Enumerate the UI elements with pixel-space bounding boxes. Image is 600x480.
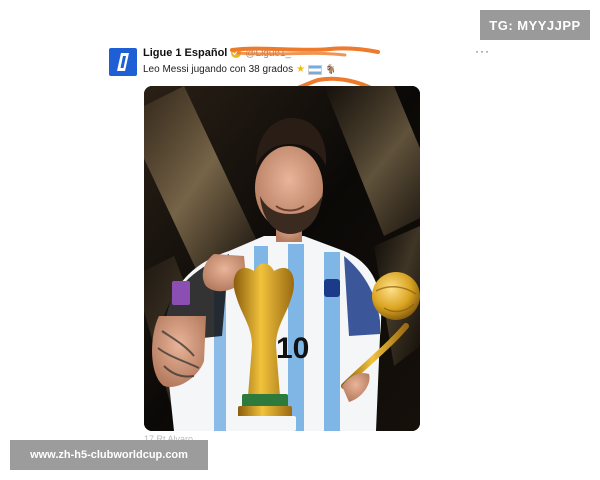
website-watermark: www.zh-h5-clubworldcup.com xyxy=(10,440,208,470)
telegram-watermark: TG: MYYJJPP xyxy=(480,10,590,40)
tweet-text-row: Leo Messi jugando con 38 grados ★ 🐐 xyxy=(143,64,336,75)
svg-text:10: 10 xyxy=(276,332,309,365)
argentina-flag-icon xyxy=(308,64,323,75)
tweet-text: Leo Messi jugando con 38 grados xyxy=(143,64,294,75)
account-display-name[interactable]: Ligue 1 Español xyxy=(143,47,227,59)
account-handle[interactable]: @Ligue1_ xyxy=(245,48,291,59)
goat-icon: 🐐 xyxy=(325,64,337,74)
tweet-photo[interactable]: 10 xyxy=(144,86,420,431)
more-options-icon[interactable]: ··· xyxy=(475,44,490,58)
tweet-header: Ligue 1 Español @Ligue1_ xyxy=(143,47,291,59)
verified-badge-icon xyxy=(231,48,242,58)
ligue-1-logo-icon[interactable] xyxy=(109,48,137,76)
star-icon: ★ xyxy=(296,64,306,75)
